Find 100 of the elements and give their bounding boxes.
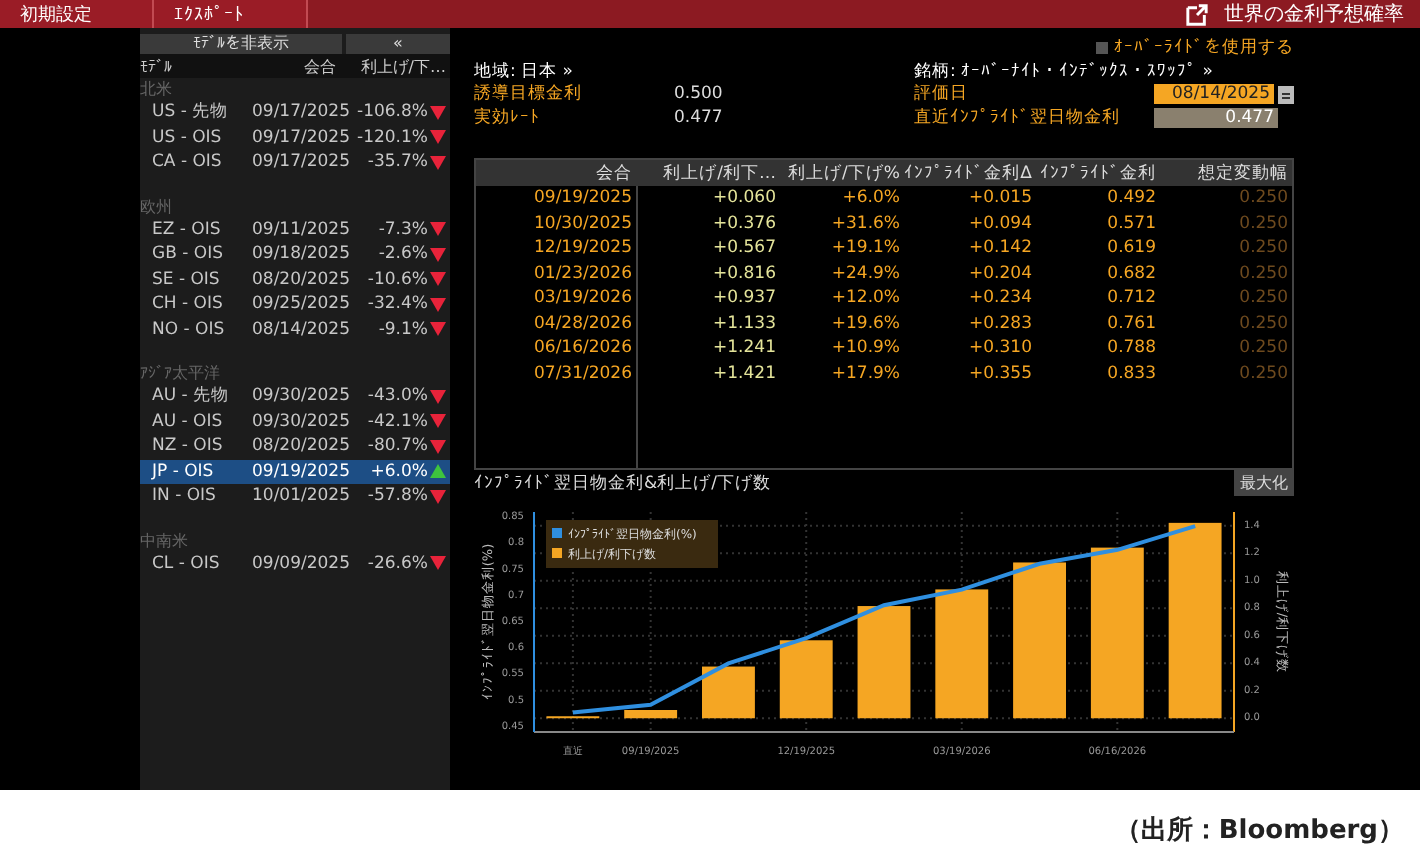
- change-value: -10.6%: [365, 269, 428, 290]
- model-row[interactable]: IN - OIS 10/01/2025 -57.8%: [140, 484, 450, 509]
- table-cell-text: 0.250: [1237, 188, 1288, 209]
- table-cell-text: 0.788: [1105, 338, 1156, 359]
- group-label: ｱｼﾞｱ太平洋: [140, 362, 222, 384]
- model-row[interactable]: AU - 先物 09/30/2025 -43.0%: [140, 384, 450, 409]
- legend-swatch: [552, 528, 562, 538]
- meeting-date: 10/01/2025: [252, 486, 352, 507]
- model-name: IN - OIS: [150, 486, 218, 507]
- meeting-date: 09/19/2025: [252, 461, 352, 482]
- table-cell-text: 06/16/2026: [532, 338, 632, 359]
- meeting-date: 09/17/2025: [252, 127, 352, 148]
- table-cell-text: +0.060: [711, 188, 776, 209]
- model-name: NO - OIS: [150, 319, 227, 340]
- model-row[interactable]: CL - OIS 09/09/2025 -26.6%: [140, 551, 450, 576]
- window-title: 世界の金利予想確率: [1224, 1, 1404, 28]
- model-row[interactable]: NZ - OIS 08/20/2025 -80.7%: [140, 434, 450, 459]
- instrument-selector[interactable]: 銘柄: ｵｰﾊﾞｰﾅｲﾄ・ｲﾝﾃﾞｯｸｽ・ｽﾜｯﾌﾟ »: [914, 60, 1294, 82]
- change-value: +6.0%: [368, 461, 428, 482]
- table-cell-text: 0.761: [1105, 313, 1156, 334]
- toolbar-button[interactable]: ｴｸｽﾎﾟｰﾄ: [154, 0, 308, 28]
- table-cell-text: +24.9%: [829, 263, 900, 284]
- model-row[interactable]: SE - OIS 08/20/2025 -10.6%: [140, 267, 450, 292]
- date-field[interactable]: 08/14/2025: [1154, 84, 1274, 104]
- meeting-date: 08/20/2025: [252, 436, 352, 457]
- table-cell-text: 0.571: [1105, 213, 1156, 234]
- change-value: -43.0%: [365, 386, 428, 407]
- region-selector[interactable]: 地域: 日本 »: [474, 60, 914, 82]
- model-row[interactable]: EZ - OIS 09/11/2025 -7.3%: [140, 217, 450, 242]
- bar: [702, 666, 755, 719]
- table-cell-text: +0.355: [967, 363, 1032, 384]
- table-cell-text: +0.310: [967, 338, 1032, 359]
- model-row[interactable]: JP - OIS 09/19/2025 +6.0%: [140, 459, 450, 484]
- change-value: -2.6%: [376, 244, 428, 265]
- column-header: 利上げ/下げ%: [786, 161, 900, 185]
- collapse-button[interactable]: «: [346, 34, 450, 54]
- table-cell-text: 07/31/2026: [532, 363, 632, 384]
- model-row[interactable]: CA - OIS 09/17/2025 -35.7%: [140, 150, 450, 175]
- table-cell-text: +1.133: [711, 313, 776, 334]
- chart-title: ｲﾝﾌﾟﾗｲﾄﾞ翌日物金利&利上げ/下げ数: [474, 471, 771, 495]
- model-row[interactable]: NO - OIS 08/14/2025 -9.1%: [140, 317, 450, 342]
- model-name: CH - OIS: [150, 294, 225, 315]
- table-cell-text: 04/28/2026: [532, 313, 632, 334]
- table-cell-text: +0.937: [711, 288, 776, 309]
- model-row[interactable]: US - 先物 09/17/2025 -106.8%: [140, 100, 450, 125]
- column-header: 想定変動幅: [1196, 161, 1288, 185]
- table-cell-text: +12.0%: [829, 288, 900, 309]
- model-name: EZ - OIS: [150, 219, 223, 240]
- table-cell-text: +6.0%: [840, 188, 900, 209]
- model-row[interactable]: US - OIS 09/17/2025 -120.1%: [140, 125, 450, 150]
- column-header: 会合: [594, 161, 632, 185]
- model-row[interactable]: CH - OIS 09/25/2025 -32.4%: [140, 292, 450, 317]
- model-name: AU - OIS: [150, 411, 225, 432]
- model-row[interactable]: AU - OIS 09/30/2025 -42.1%: [140, 409, 450, 434]
- model-row[interactable]: GB - OIS 09/18/2025 -2.6%: [140, 242, 450, 267]
- change-value: -106.8%: [355, 102, 428, 123]
- column-header: ﾓﾃﾞﾙ: [140, 57, 174, 75]
- column-header: ｲﾝﾌﾟﾗｲﾄﾞ金利Δ: [902, 161, 1032, 185]
- model-name: SE - OIS: [150, 269, 222, 290]
- meeting-date: 09/09/2025: [252, 553, 352, 574]
- model-name: AU - 先物: [150, 384, 232, 409]
- calendar-dropdown-icon[interactable]: [1278, 85, 1294, 103]
- bar: [624, 710, 678, 719]
- column-header: ｲﾝﾌﾟﾗｲﾄﾞ金利: [1038, 161, 1156, 185]
- external-link-icon[interactable]: [1186, 3, 1208, 25]
- table-cell-text: 10/30/2025: [532, 213, 632, 234]
- bar: [779, 640, 833, 719]
- column-header: 利上げ/下…: [358, 55, 446, 77]
- checkbox[interactable]: [1096, 42, 1108, 54]
- field-label: 評価日: [914, 82, 970, 106]
- change-value: -35.7%: [365, 152, 428, 173]
- change-value: -120.1%: [355, 127, 428, 148]
- table-cell-text: +17.9%: [829, 363, 900, 384]
- table-cell-text: +31.6%: [829, 213, 900, 234]
- maximize-button[interactable]: 最大化: [1234, 470, 1294, 496]
- meeting-date: 09/30/2025: [252, 411, 352, 432]
- column-header: 会合: [302, 55, 336, 77]
- toolbar-button[interactable]: 初期設定: [0, 0, 154, 28]
- meeting-date: 09/17/2025: [252, 152, 352, 173]
- column-header: 利上げ/利下…: [661, 161, 776, 185]
- model-name: US - 先物: [150, 100, 231, 125]
- table-cell-text: 09/19/2025: [532, 188, 632, 209]
- table-cell-text: 0.250: [1237, 313, 1288, 334]
- table-cell-text: +0.376: [711, 213, 776, 234]
- model-name: CL - OIS: [150, 553, 222, 574]
- field-value: 0.500: [674, 84, 723, 104]
- table-cell-text: 0.492: [1105, 188, 1156, 209]
- model-name: US - OIS: [150, 127, 224, 148]
- meeting-date: 08/14/2025: [252, 319, 352, 340]
- model-name: JP - OIS: [149, 461, 216, 482]
- change-value: -26.6%: [365, 553, 428, 574]
- change-value: -7.3%: [376, 219, 428, 240]
- table-cell-text: +1.421: [711, 363, 776, 384]
- group-label: 欧州: [140, 195, 174, 217]
- table-cell-text: +19.1%: [829, 238, 900, 259]
- model-name: NZ - OIS: [150, 436, 225, 457]
- table-cell-text: +0.283: [967, 313, 1032, 334]
- bar: [857, 606, 911, 719]
- hide-models-button[interactable]: ﾓﾃﾞﾙを非表示: [140, 34, 342, 54]
- meeting-date: 09/18/2025: [252, 244, 352, 265]
